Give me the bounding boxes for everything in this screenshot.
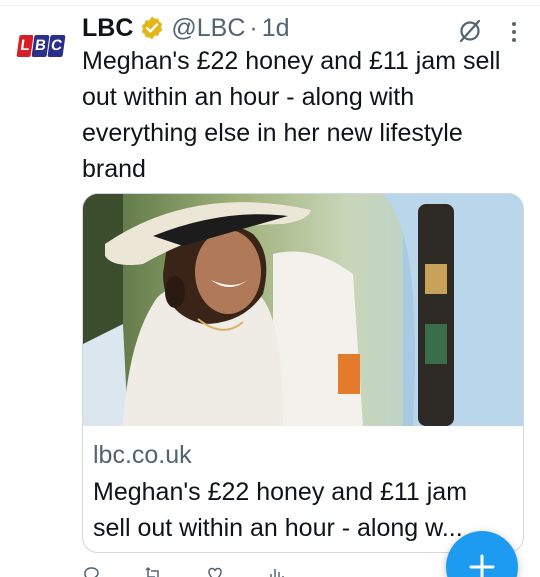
tweet-header: LBC @LBC · 1d <box>82 12 290 44</box>
author-handle[interactable]: @LBC <box>171 14 245 43</box>
grok-icon[interactable] <box>456 17 484 45</box>
author-name[interactable]: LBC <box>82 14 133 43</box>
avatar[interactable]: L B C <box>16 30 66 62</box>
separator-dot: · <box>249 13 258 42</box>
reply-icon <box>84 567 99 577</box>
timestamp[interactable]: 1d <box>262 14 290 43</box>
views-button[interactable] <box>268 568 290 577</box>
more-icon[interactable] <box>504 18 524 46</box>
tweet-text: Meghan's £22 honey and £11 jam sell out … <box>82 47 501 183</box>
heart-icon <box>208 567 222 577</box>
like-button[interactable] <box>206 567 228 577</box>
card-domain[interactable]: lbc.co.uk <box>93 440 513 470</box>
card-image[interactable] <box>83 194 524 426</box>
link-card[interactable]: lbc.co.uk Meghan's £22 honey and £11 jam… <box>82 193 524 553</box>
tweet-actions <box>82 566 442 577</box>
plus-icon <box>469 554 495 577</box>
top-divider <box>0 5 540 6</box>
card-meta: lbc.co.uk Meghan's £22 honey and £11 jam… <box>93 440 513 546</box>
avatar-letter-c: C <box>47 35 66 57</box>
reply-button[interactable] <box>82 567 104 577</box>
views-icon <box>270 569 284 577</box>
repost-icon <box>145 566 159 577</box>
verified-badge-icon <box>142 16 163 40</box>
card-title[interactable]: Meghan's £22 honey and £11 jam sell out … <box>93 474 509 546</box>
repost-button[interactable] <box>144 566 166 577</box>
